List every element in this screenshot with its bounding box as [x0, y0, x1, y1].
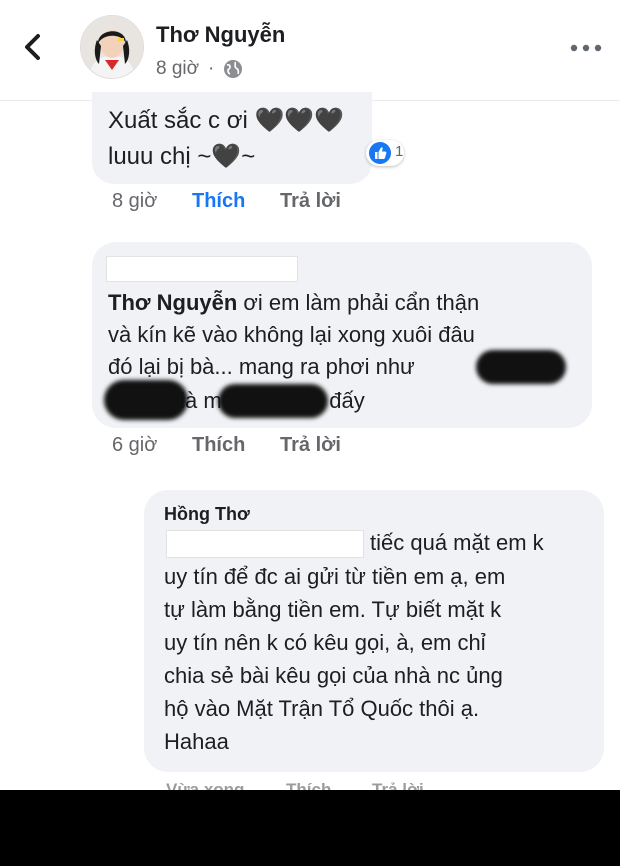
redaction-scribble — [218, 384, 328, 418]
comment-bubble[interactable]: Thơ Nguyễn ơi em làm phải cẩn thận và kí… — [92, 242, 592, 428]
comment-text-line: và kín kẽ vào không lại xong xuôi đâu — [108, 322, 475, 347]
like-icon — [369, 142, 391, 164]
redacted-author-name — [106, 256, 298, 282]
comment-time[interactable]: 8 giờ — [112, 190, 157, 213]
comment-text-line: uy tín để đc ai gửi từ tiền em ạ, em — [164, 564, 506, 589]
reaction-badge[interactable]: 1 — [366, 140, 404, 166]
separator-dot: · — [208, 58, 215, 79]
reaction-count: 1 — [395, 143, 404, 160]
redaction-scribble — [476, 350, 566, 384]
more-icon[interactable] — [568, 40, 604, 56]
globe-icon — [224, 60, 242, 78]
reply-button[interactable]: Trả lời — [280, 434, 341, 457]
reply-button[interactable]: Trả lời — [280, 190, 341, 213]
post-time[interactable]: 8 giờ — [156, 58, 199, 80]
comment-text-line: Xuất sắc c ơi 🖤🖤🖤 — [108, 107, 345, 134]
mention-link[interactable]: Thơ Nguyễn — [108, 290, 237, 315]
comment-text-line: tự làm bằng tiền em. Tự biết mặt k — [164, 597, 502, 622]
comment-text-line: Thơ Nguyễn ơi em làm phải cẩn thận — [108, 290, 480, 315]
comment-text-line: tiếc quá mặt em k — [370, 530, 544, 555]
comment-bubble[interactable]: Xuất sắc c ơi 🖤🖤🖤 luuu chị ~🖤~ — [92, 92, 372, 184]
comment-text-line: đó lại bị bà... mang ra phơi như — [108, 354, 415, 379]
redacted-mention — [166, 530, 364, 558]
comment-text-line: Hahaa — [164, 729, 229, 754]
comment-text-line: luuu chị ~🖤~ — [108, 143, 256, 170]
post-author-name[interactable]: Thơ Nguyễn — [156, 22, 285, 48]
comment-bubble[interactable]: Hồng Thơ tiếc quá mặt em k uy tín để đc … — [144, 490, 604, 772]
post-header: Thơ Nguyễn 8 giờ · — [0, 0, 620, 101]
comment-author[interactable]: Hồng Thơ — [164, 504, 250, 525]
like-button[interactable]: Thích — [192, 190, 245, 213]
comment-text-line: chia sẻ bài kêu gọi của nhà nc ủng — [164, 663, 503, 688]
back-icon[interactable] — [18, 32, 48, 62]
avatar[interactable] — [80, 15, 144, 79]
comment-text-line: uy tín nên k có kêu gọi, à, em chỉ — [164, 630, 486, 655]
like-button[interactable]: Thích — [192, 434, 245, 457]
redaction-scribble — [104, 380, 188, 420]
comment-time[interactable]: 6 giờ — [112, 434, 157, 457]
black-bar — [0, 790, 620, 866]
comment-text-line: hộ vào Mặt Trận Tổ Quốc thôi ạ. — [164, 696, 480, 721]
